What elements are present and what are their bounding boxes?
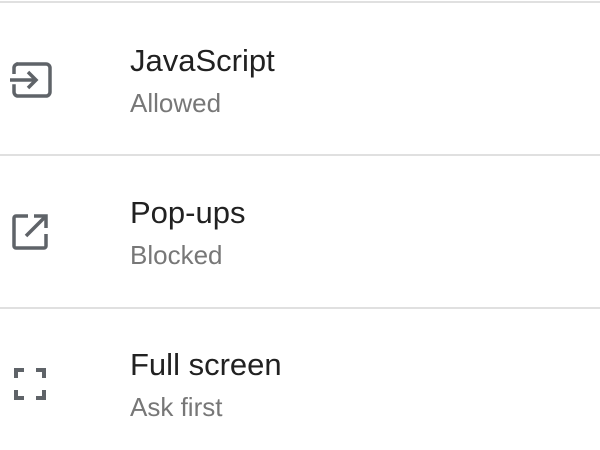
setting-row-popups[interactable]: Pop-ups Blocked bbox=[0, 156, 600, 306]
fullscreen-icon bbox=[4, 358, 56, 410]
setting-status: Blocked bbox=[130, 240, 223, 270]
site-settings-list: JavaScript Allowed Pop-ups Blocked Full … bbox=[0, 0, 600, 450]
open-in-new-icon bbox=[4, 206, 56, 258]
javascript-icon bbox=[4, 54, 56, 106]
setting-row-fullscreen[interactable]: Full screen Ask first bbox=[0, 309, 600, 450]
setting-status: Ask first bbox=[130, 392, 223, 422]
setting-row-javascript[interactable]: JavaScript Allowed bbox=[0, 3, 600, 153]
setting-title: Pop-ups bbox=[130, 195, 246, 230]
setting-title: Full screen bbox=[130, 347, 282, 382]
setting-status: Allowed bbox=[130, 88, 222, 118]
setting-title: JavaScript bbox=[130, 43, 275, 78]
